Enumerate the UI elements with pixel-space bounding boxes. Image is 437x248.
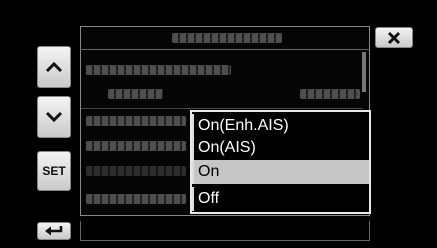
option-on[interactable]: On <box>192 160 369 184</box>
back-button[interactable] <box>37 222 71 240</box>
row-divider <box>81 108 363 109</box>
scroll-down-button[interactable] <box>37 96 71 138</box>
back-arrow-icon <box>45 226 63 236</box>
footer-bar <box>80 221 370 241</box>
list-item-3-blurred <box>86 141 186 151</box>
menu-title-text-blurred <box>172 33 282 43</box>
list-item-5-blurred <box>86 194 186 204</box>
set-button[interactable]: SET <box>37 151 71 191</box>
close-button[interactable] <box>375 27 413 48</box>
list-item-1-blurred <box>86 65 231 75</box>
option-off[interactable]: Off <box>192 187 369 211</box>
set-label: SET <box>42 164 66 178</box>
chevron-up-icon <box>45 61 63 73</box>
option-popup: On(Enh.AIS) On(AIS) On Off <box>190 110 371 214</box>
camera-menu-screen: SET On(Enh.AIS) On(AIS) On Off <box>0 0 437 248</box>
list-item-1-value-blurred <box>108 89 163 99</box>
list-item-4-blurred <box>86 166 186 176</box>
option-on-ais[interactable]: On(AIS) <box>192 136 369 160</box>
chevron-down-icon <box>45 111 63 123</box>
list-item-1-value2-blurred <box>300 89 360 99</box>
option-on-enh-ais[interactable]: On(Enh.AIS) <box>192 114 369 138</box>
close-icon <box>387 31 401 44</box>
scrollbar[interactable] <box>362 52 366 92</box>
scroll-up-button[interactable] <box>37 46 71 88</box>
list-item-2-blurred <box>86 116 186 126</box>
